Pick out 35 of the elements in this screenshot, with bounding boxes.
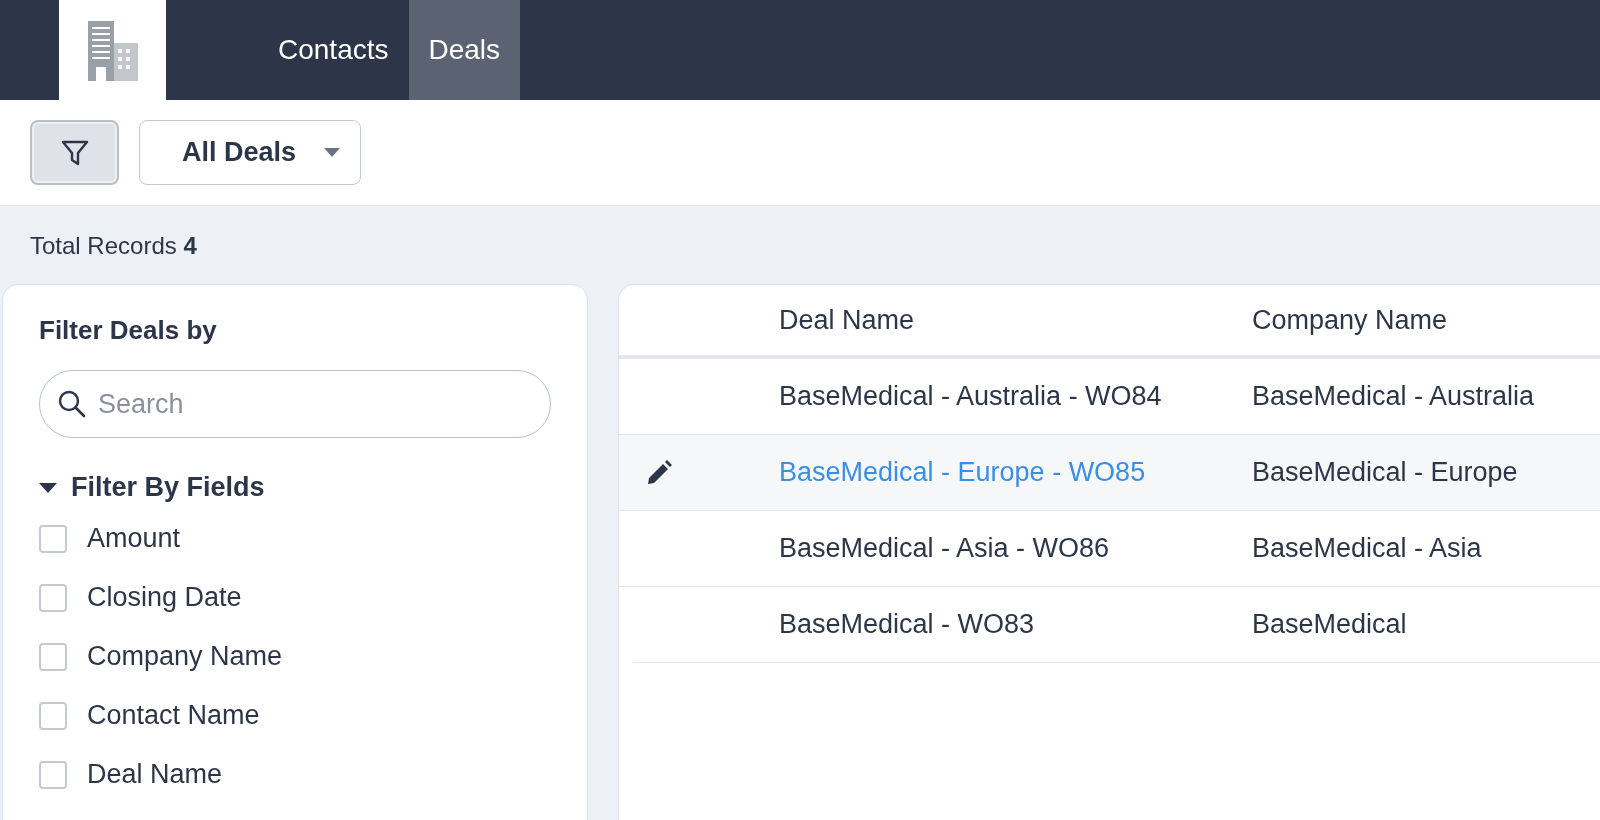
field-label: Deal Name <box>87 759 223 790</box>
caret-icon <box>324 147 340 158</box>
checkbox[interactable] <box>39 583 67 612</box>
nav-tab[interactable]: Contacts <box>258 0 409 100</box>
table-cell-text: BaseMedical - Asia - WO86 <box>779 533 1111 564</box>
caret-icon <box>39 481 57 494</box>
field-label: Company Name <box>87 641 283 672</box>
table-row[interactable]: BaseMedical - Asia - WO86 BaseMedical - Asia <box>619 511 1600 587</box>
table-cell-text: BaseMedical - WO83 <box>779 609 1036 640</box>
checkbox[interactable] <box>39 642 67 671</box>
table-cell: BaseMedical - Europe <box>1252 457 1518 488</box>
total-records: Total Records 4 <box>29 231 198 260</box>
table-cell: BaseMedical - Asia <box>1252 533 1482 564</box>
column-header: Deal Name <box>779 304 916 336</box>
section-toggle[interactable]: Filter By Fields <box>39 472 265 503</box>
checkbox[interactable] <box>39 524 67 553</box>
table-cell: BaseMedical - Australia <box>1252 381 1535 412</box>
checkbox[interactable] <box>39 701 67 730</box>
field-label: Contact Name <box>87 700 260 731</box>
checkbox[interactable] <box>39 760 67 789</box>
nav-tab[interactable]: Deals <box>408 0 521 100</box>
field-label: Closing Date <box>87 582 242 613</box>
view-dropdown[interactable]: All Deals <box>139 120 361 185</box>
search-icon <box>57 389 87 419</box>
pencil-icon[interactable] <box>645 458 673 487</box>
search-field[interactable]: Search <box>39 370 551 438</box>
table-row[interactable]: BaseMedical - WO83 BaseMedical <box>633 587 1600 663</box>
logo-tile[interactable] <box>59 0 166 100</box>
field-label: Amount <box>87 523 181 554</box>
column-header: Company Name <box>1252 304 1448 336</box>
filter-button[interactable] <box>30 120 119 185</box>
table-cell-text: BaseMedical - Australia - WO84 <box>779 381 1163 412</box>
panel-title: Filter Deals by <box>39 315 217 346</box>
table-cell: BaseMedical <box>1252 609 1407 640</box>
table-row[interactable]: BaseMedical - Europe - WO85 BaseMedical - Europe <box>619 435 1600 511</box>
